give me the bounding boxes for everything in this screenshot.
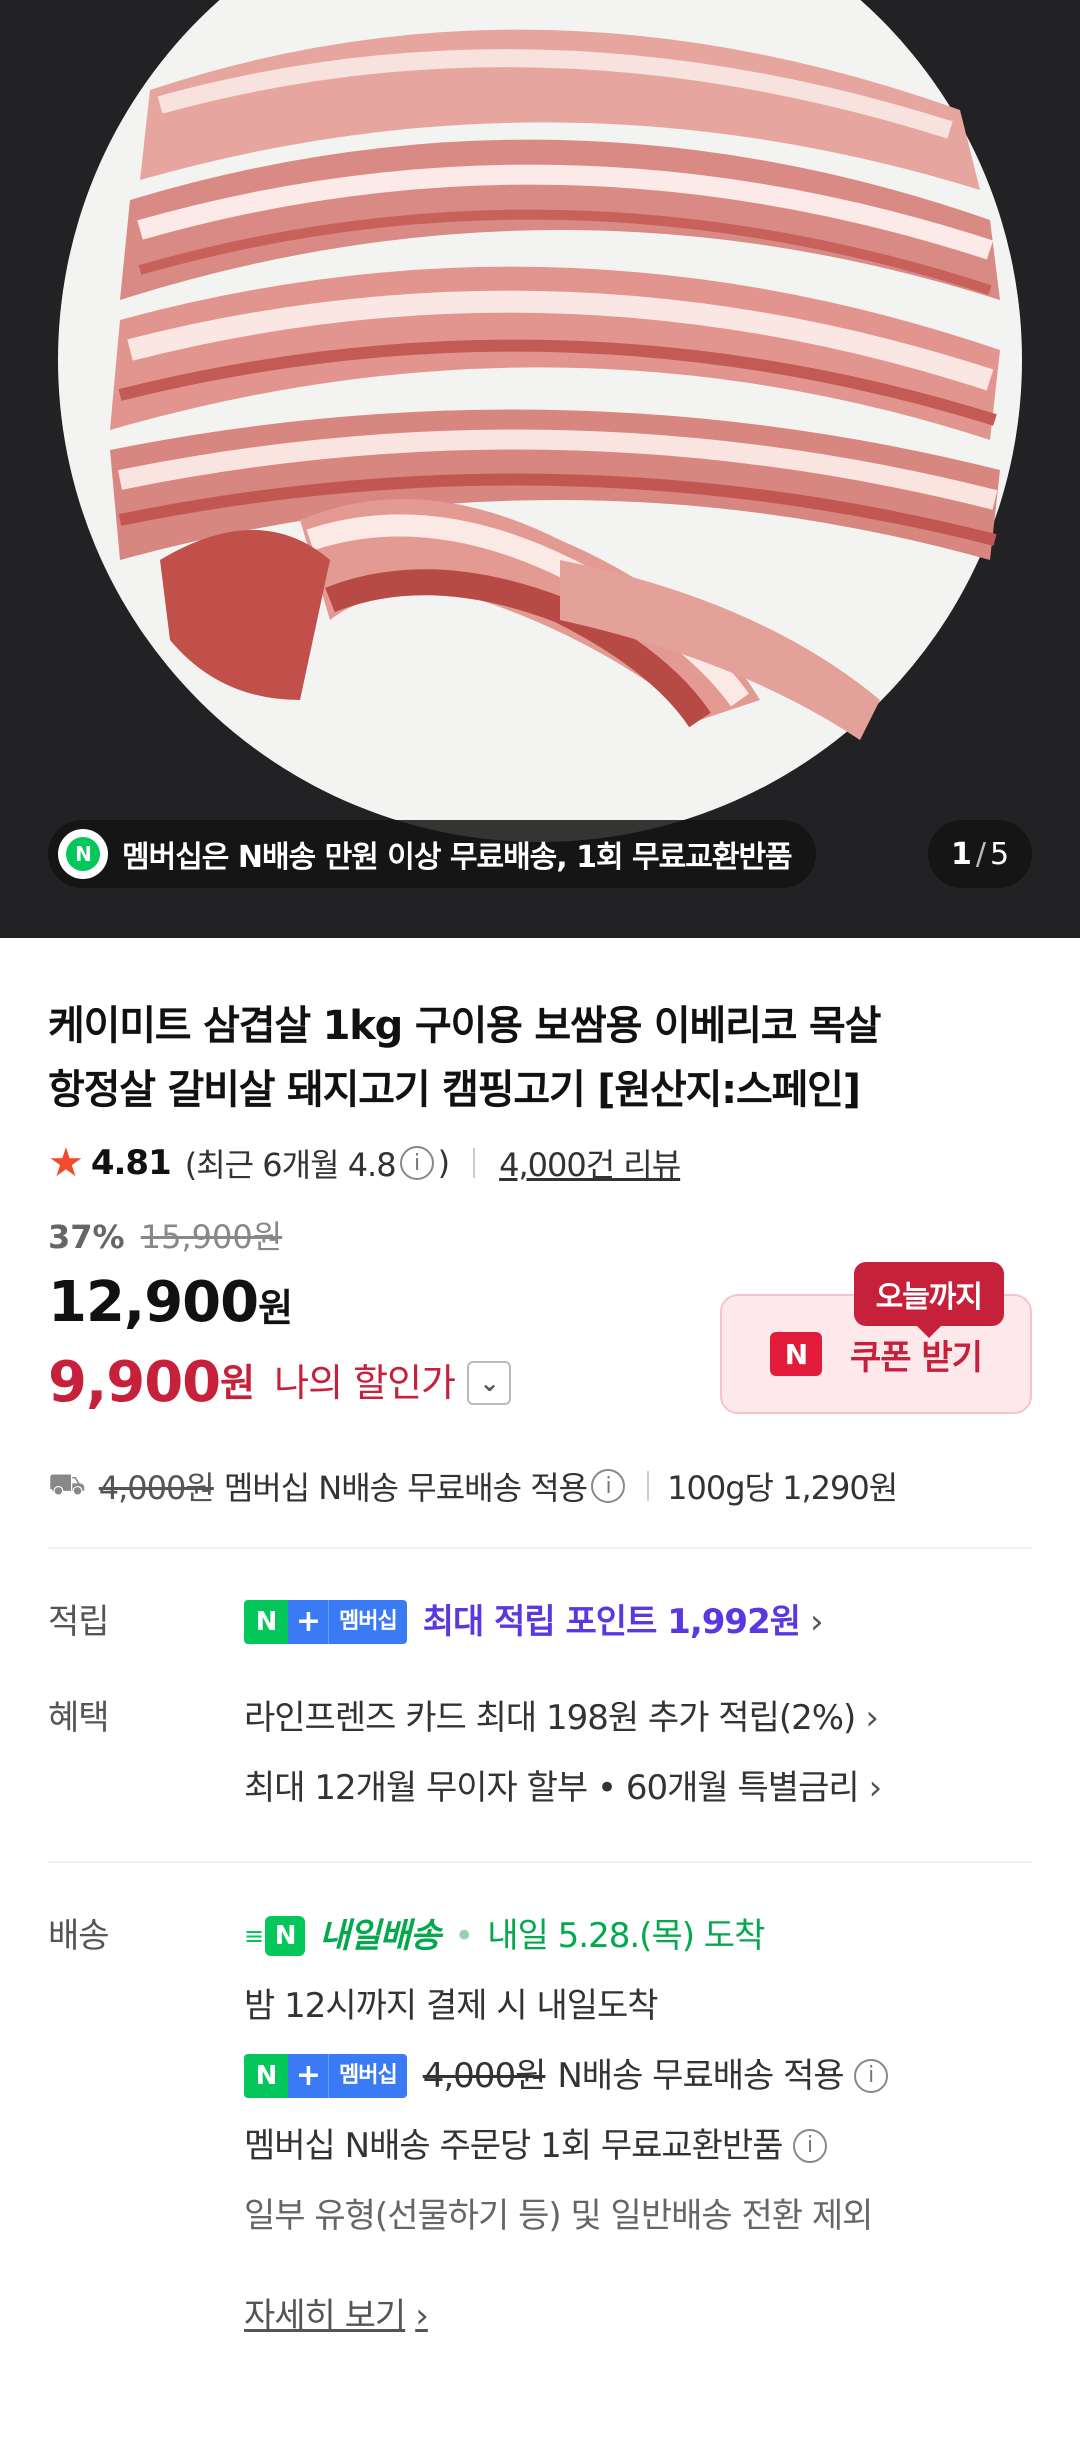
banner-text: 멤버십은 N배송 만원 이상 무료배송, 1회 무료교환반품 bbox=[122, 840, 793, 875]
chevron-right-icon: › bbox=[868, 1768, 883, 1808]
membership-badge: N + 멤버십 bbox=[244, 1600, 407, 1644]
points-label: 적립 bbox=[48, 1602, 110, 1642]
info-icon[interactable]: i bbox=[792, 2129, 827, 2163]
product-photo bbox=[0, 0, 1080, 938]
my-price-value: 9,900 bbox=[48, 1350, 221, 1415]
chevron-right-icon: › bbox=[415, 2296, 429, 2336]
today-only-badge: 오늘까지 bbox=[853, 1262, 1004, 1338]
delivery-exclusion: 일부 유형(선물하기 등) 및 일반배송 전환 제외 bbox=[244, 2196, 873, 2236]
truck-icon: ⛟ bbox=[48, 1466, 86, 1502]
unit-price: 100g당 1,290원 bbox=[667, 1469, 898, 1507]
divider bbox=[473, 1148, 476, 1178]
info-icon[interactable]: i bbox=[399, 1146, 434, 1180]
naver-n-icon: N bbox=[770, 1332, 823, 1376]
delivery-row: 배송 ≡ N 내일배송 • 내일 5.28.(목) 도착 밤 12시까지 결제 시… bbox=[48, 1901, 1032, 2351]
rating-row: ★ 4.81 (최근 6개월 4.8 i ) 4,000건 리뷰 bbox=[48, 1140, 1032, 1186]
sale-price-unit: 원 bbox=[258, 1286, 293, 1330]
see-more-link[interactable]: 자세히 보기 › bbox=[244, 2281, 1032, 2351]
points-row[interactable]: 적립 N + 멤버십 최대 적립 포인트 1,992원 › bbox=[48, 1587, 1032, 1657]
shipping-free-text: 멤버십 N배송 무료배송 적용 bbox=[223, 1469, 588, 1507]
tomorrow-delivery: ≡ N 내일배송 • 내일 5.28.(목) 도착 bbox=[244, 1901, 1032, 1971]
card-benefit-link[interactable]: 라인프렌즈 카드 최대 198원 추가 적립(2%) › bbox=[244, 1683, 1032, 1753]
naver-n-icon: N bbox=[58, 829, 108, 879]
discount-rate: 37% bbox=[48, 1218, 125, 1256]
delivery-type: 내일배송 bbox=[319, 1916, 441, 1956]
image-counter: 1/5 bbox=[928, 820, 1032, 888]
free-exchange: 멤버십 N배송 주문당 1회 무료교환반품 i bbox=[244, 2111, 1032, 2181]
installment-link[interactable]: 최대 12개월 무이자 할부 • 60개월 특별금리 › bbox=[244, 1753, 1032, 1823]
title-line-1: 케이미트 삼겹살 1kg 구이용 보쌈용 이베리코 목살 bbox=[48, 1003, 881, 1049]
info-icon[interactable]: i bbox=[853, 2059, 888, 2093]
max-points: 최대 적립 포인트 1,992원 bbox=[422, 1602, 801, 1642]
product-image-carousel[interactable]: N 멤버십은 N배송 만원 이상 무료배송, 1회 무료교환반품 1/5 bbox=[0, 0, 1080, 938]
benefits-row: 혜택 라인프렌즈 카드 최대 198원 추가 적립(2%) › 최대 12개월 무… bbox=[48, 1683, 1032, 1823]
rating-recent-close: ) bbox=[437, 1144, 451, 1182]
sale-price-value: 12,900 bbox=[48, 1270, 259, 1335]
old-delivery-fee: 4,000원 bbox=[422, 2056, 547, 2096]
my-price-label: 나의 할인가 bbox=[274, 1361, 456, 1405]
info-icon[interactable]: i bbox=[591, 1469, 626, 1503]
membership-free-shipping: N + 멤버십 4,000원 N배송 무료배송 적용 i bbox=[244, 2041, 1032, 2111]
benefits-label: 혜택 bbox=[48, 1698, 110, 1738]
counter-total: 5 bbox=[989, 836, 1010, 872]
rating-score: 4.81 bbox=[90, 1143, 172, 1183]
arrival-date: 내일 5.28.(목) 도착 bbox=[487, 1916, 765, 1956]
star-icon: ★ bbox=[48, 1140, 84, 1186]
section-divider bbox=[48, 1861, 1032, 1863]
exchange-text: 멤버십 N배송 주문당 1회 무료교환반품 bbox=[244, 2126, 783, 2166]
chevron-right-icon: › bbox=[810, 1602, 824, 1642]
discount-line: 37% 15,900원 bbox=[48, 1212, 1032, 1258]
delivery-cutoff: 밤 12시까지 결제 시 내일도착 bbox=[244, 1986, 659, 2026]
price-section: 37% 15,900원 12,900원 9,900 원 나의 할인가 ⌄ N 쿠폰… bbox=[48, 1212, 1032, 1419]
section-divider bbox=[48, 1547, 1032, 1549]
rating-recent: (최근 6개월 4.8 bbox=[184, 1146, 397, 1184]
counter-current: 1 bbox=[950, 836, 972, 872]
shipping-summary: ⛟ 4,000원 멤버십 N배송 무료배송 적용 i 100g당 1,290원 bbox=[48, 1463, 1032, 1509]
original-price: 15,900원 bbox=[140, 1218, 283, 1256]
review-count-link[interactable]: 4,000건 리뷰 bbox=[499, 1140, 681, 1186]
product-title: 케이미트 삼겹살 1kg 구이용 보쌈용 이베리코 목살 항정살 갈비살 돼지고… bbox=[48, 994, 1032, 1122]
membership-badge: N + 멤버십 bbox=[244, 2054, 407, 2098]
membership-banner[interactable]: N 멤버십은 N배송 만원 이상 무료배송, 1회 무료교환반품 bbox=[48, 820, 816, 888]
naver-delivery-icon: ≡ N bbox=[244, 1901, 306, 1971]
delivery-label: 배송 bbox=[48, 1916, 110, 1956]
my-price-unit: 원 bbox=[220, 1361, 255, 1405]
chevron-right-icon: › bbox=[865, 1698, 879, 1738]
divider bbox=[647, 1471, 650, 1501]
old-shipping-fee: 4,000원 bbox=[98, 1469, 215, 1507]
chevron-down-icon[interactable]: ⌄ bbox=[467, 1361, 511, 1405]
title-line-2: 항정살 갈비살 돼지고기 캠핑고기 [원산지:스페인] bbox=[48, 1067, 861, 1113]
free-delivery-text: N배송 무료배송 적용 bbox=[557, 2056, 844, 2096]
